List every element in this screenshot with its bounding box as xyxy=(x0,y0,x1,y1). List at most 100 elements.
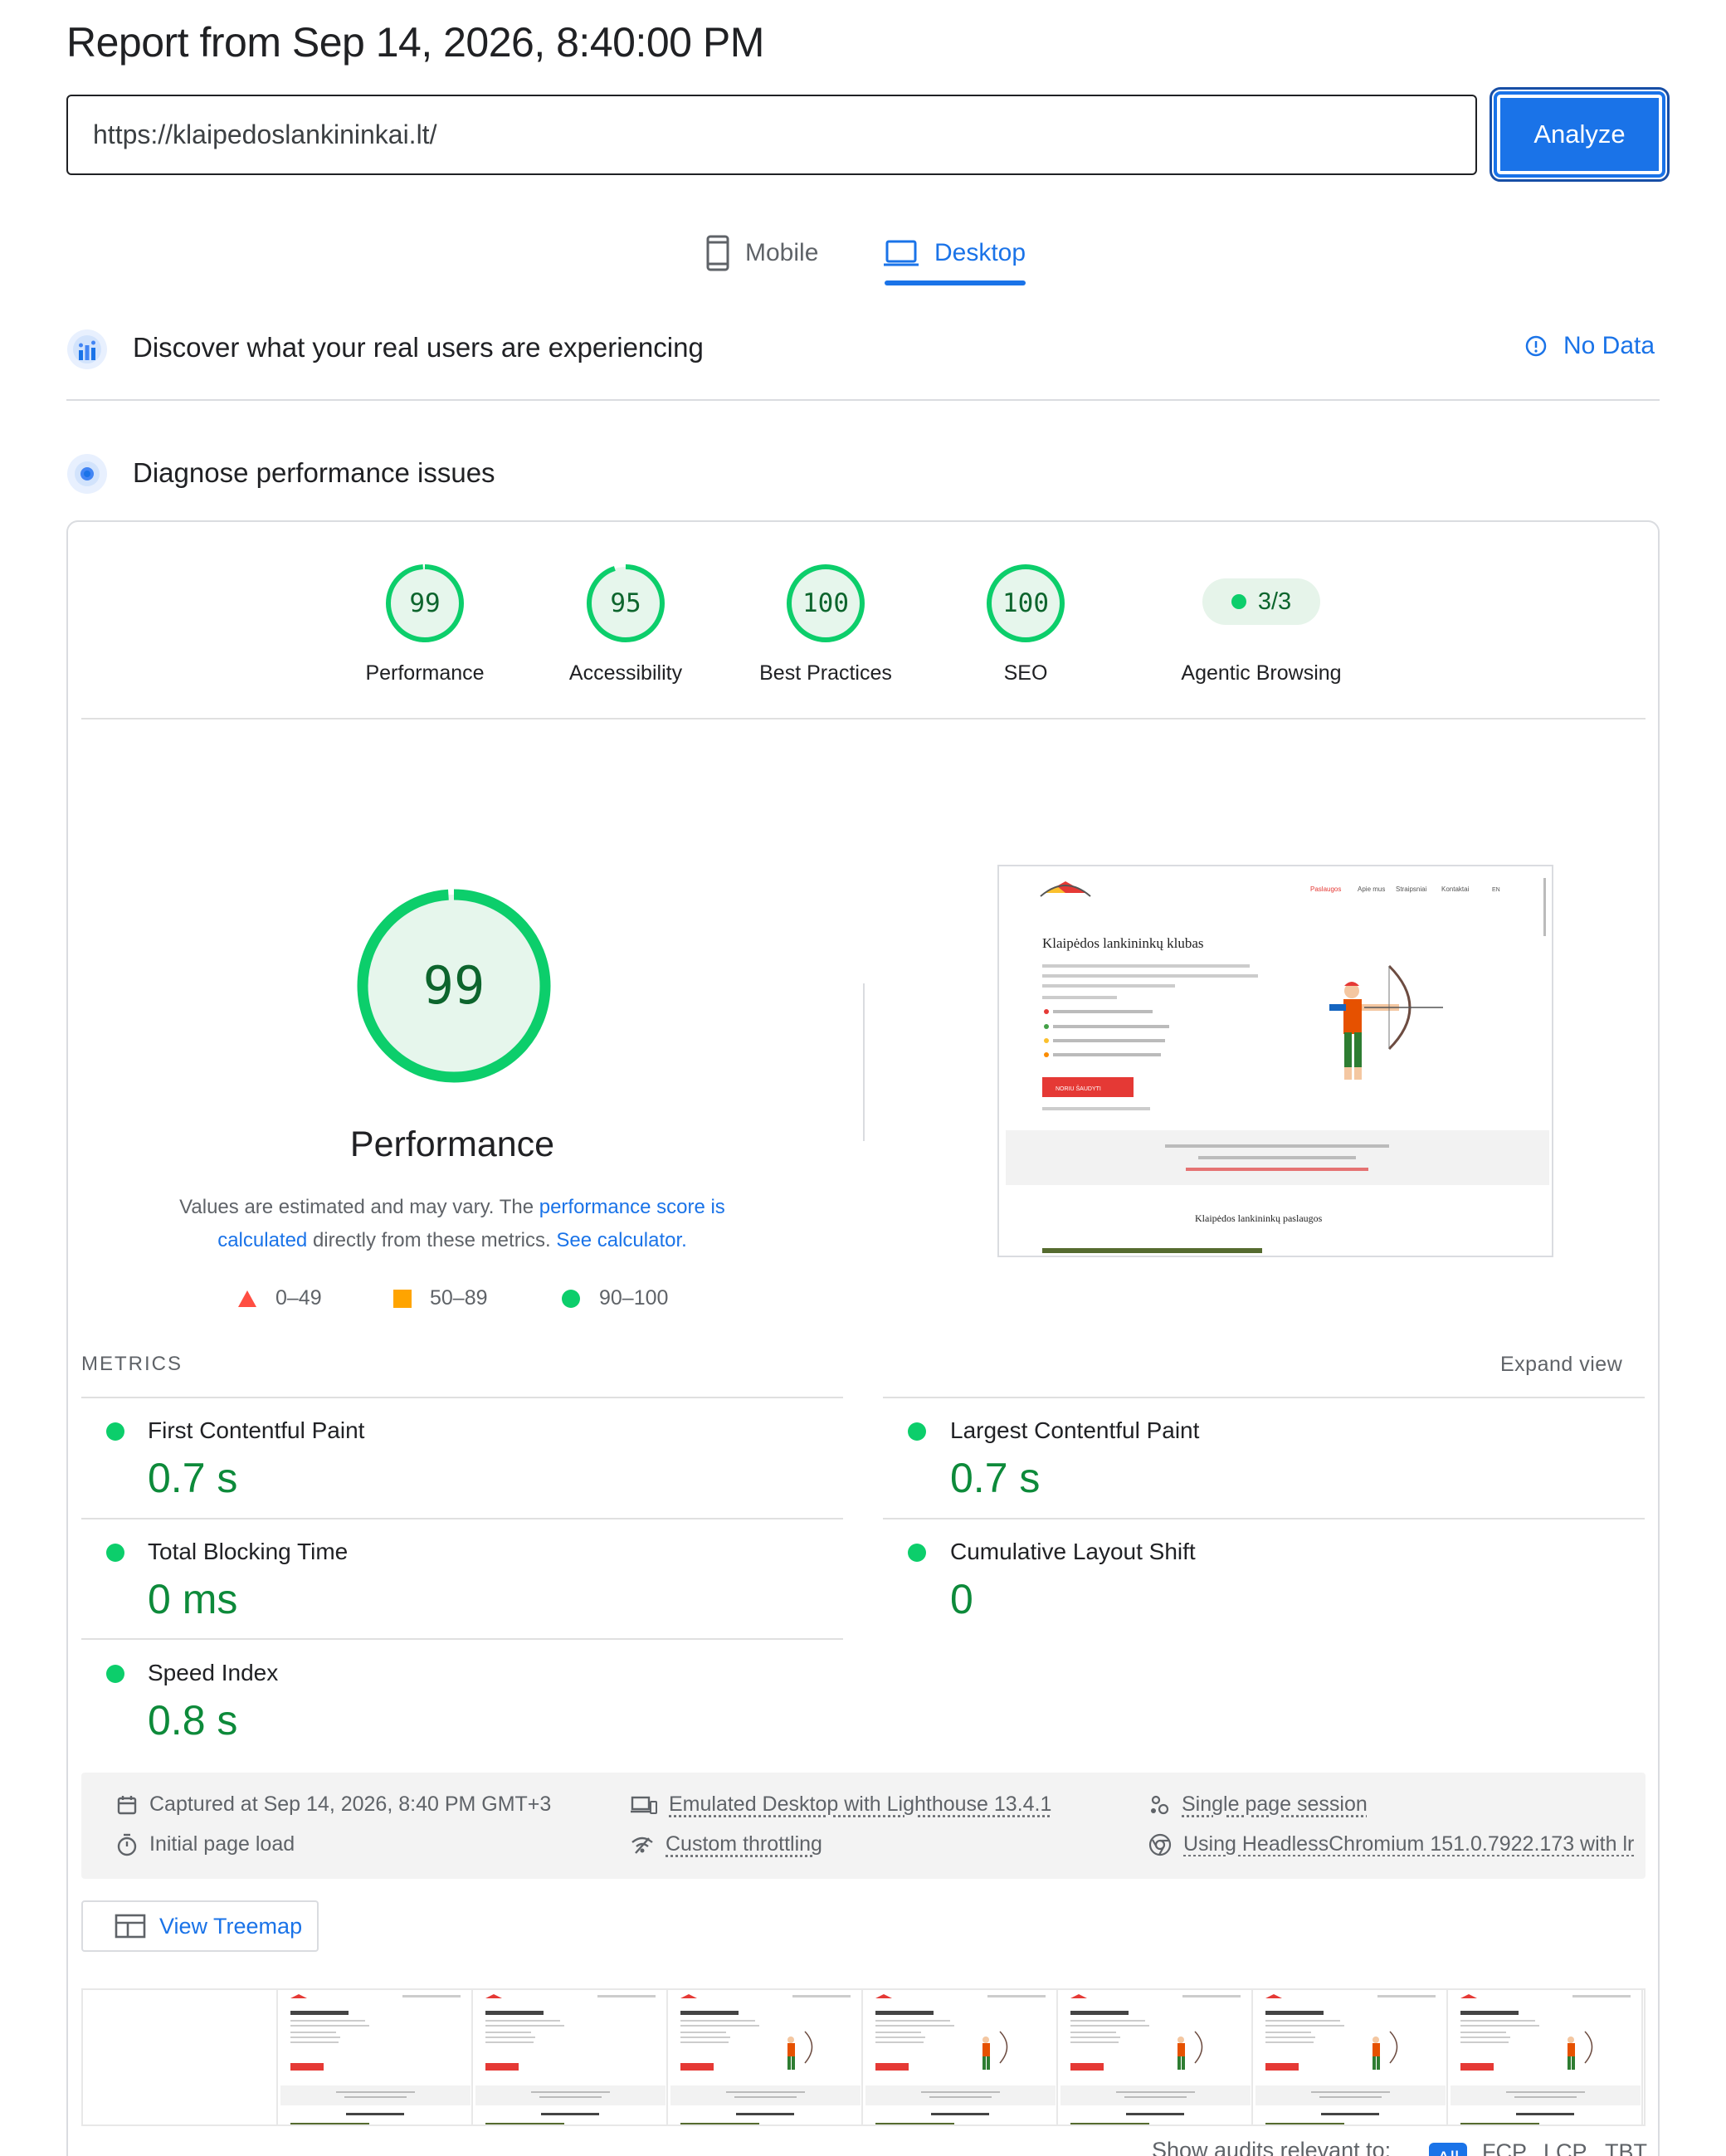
laptop-icon xyxy=(884,240,919,266)
chrome-icon xyxy=(1148,1833,1172,1856)
throttling-info[interactable]: Custom throttling xyxy=(631,1832,822,1856)
no-data-link[interactable]: No Data xyxy=(1525,332,1655,360)
legend-fail-label: 0–49 xyxy=(275,1286,322,1310)
metric-lcp-name: Largest Contentful Paint xyxy=(950,1417,1200,1443)
score-label-seo: SEO xyxy=(1003,661,1048,685)
score-label-performance: Performance xyxy=(365,661,485,685)
initial-load-info: Initial page load xyxy=(116,1832,295,1856)
session-text: Single page session xyxy=(1182,1793,1368,1816)
preview-nav-5: EN xyxy=(1492,887,1500,893)
see-calculator-link[interactable]: See calculator. xyxy=(556,1229,686,1251)
metric-fcp-name: First Contentful Paint xyxy=(148,1417,365,1443)
view-treemap-button[interactable]: View Treemap xyxy=(81,1900,319,1952)
fail-triangle-icon xyxy=(238,1290,256,1307)
metric-pass-dot-icon xyxy=(908,1544,926,1562)
metric-si-name: Speed Index xyxy=(148,1660,279,1685)
filmstrip-frame xyxy=(473,1990,668,2124)
captured-info: Captured at Sep 14, 2026, 8:40 PM GMT+3 xyxy=(116,1793,551,1817)
filmstrip-frame-blank xyxy=(83,1990,278,2124)
field-data-title: Discover what your real users are experi… xyxy=(133,332,704,363)
score-value-seo: 100 xyxy=(1002,588,1049,618)
metric-line xyxy=(883,1397,1645,1398)
info-icon xyxy=(1525,335,1547,357)
metric-cls-value: 0 xyxy=(950,1576,973,1622)
performance-title: Performance xyxy=(349,1124,555,1164)
emulated-info[interactable]: Emulated Desktop with Lighthouse 13.4.1 xyxy=(631,1793,1051,1817)
view-treemap-label: View Treemap xyxy=(159,1913,303,1939)
agentic-score-pill[interactable]: 3/3 xyxy=(1202,578,1320,625)
desc-text-1: Values are estimated and may vary. The xyxy=(179,1196,539,1218)
metric-pass-dot-icon xyxy=(106,1422,124,1441)
legend-average-label: 50–89 xyxy=(430,1286,488,1310)
metric-line xyxy=(81,1638,843,1640)
score-value-performance: 99 xyxy=(409,588,441,618)
browser-info[interactable]: Using HeadlessChromium 151.0.7922.173 wi… xyxy=(1148,1832,1638,1856)
preview-nav-3: Straipsniai xyxy=(1396,885,1427,893)
metrics-header: METRICS xyxy=(81,1353,183,1375)
desc-text-2: directly from these metrics. xyxy=(307,1229,557,1251)
agentic-score-value: 3/3 xyxy=(1257,588,1292,615)
filmstrip-frames xyxy=(278,1990,1643,2124)
diagnose-icon xyxy=(66,453,108,499)
preview-cta: NORIU ŠAUDYTI xyxy=(1056,1085,1101,1092)
metric-cls-name: Cumulative Layout Shift xyxy=(950,1539,1196,1564)
metric-lcp-value: 0.7 s xyxy=(950,1455,1041,1501)
signal-icon xyxy=(631,1837,653,1854)
session-icon xyxy=(1151,1795,1169,1814)
metric-pass-dot-icon xyxy=(106,1544,124,1562)
no-data-label: No Data xyxy=(1563,332,1655,359)
tab-desktop[interactable]: Desktop xyxy=(883,224,1026,282)
filmstrip-frame xyxy=(863,1990,1058,2124)
filmstrip-frame xyxy=(1448,1990,1643,2124)
page-screenshot: Paslaugos Apie mus Straipsniai Kontaktai… xyxy=(997,865,1553,1257)
metric-pass-dot-icon xyxy=(908,1422,926,1441)
metric-fcp-value: 0.7 s xyxy=(148,1455,238,1501)
metric-line xyxy=(81,1518,843,1519)
calendar-icon xyxy=(117,1795,137,1814)
emulated-text: Emulated Desktop with Lighthouse 13.4.1 xyxy=(669,1793,1052,1816)
preview-site-title: Klaipėdos lankininkų klubas xyxy=(1042,935,1204,951)
url-field-container[interactable] xyxy=(66,95,1477,175)
filmstrip-frame xyxy=(1253,1990,1448,2124)
tab-desktop-label: Desktop xyxy=(934,239,1026,266)
analyze-button[interactable]: Analyze xyxy=(1490,87,1670,182)
metric-si-value: 0.8 s xyxy=(148,1697,238,1744)
performance-score: 99 xyxy=(422,955,485,1016)
tab-mobile[interactable]: Mobile xyxy=(705,224,818,282)
metric-tbt-value: 0 ms xyxy=(148,1576,238,1622)
agentic-label: Agentic Browsing xyxy=(1181,661,1342,685)
treemap-icon xyxy=(115,1914,146,1939)
filmstrip-frame xyxy=(278,1990,473,2124)
expand-view-toggle[interactable]: Expand view xyxy=(1500,1353,1622,1377)
diagnose-title: Diagnose performance issues xyxy=(133,457,495,488)
session-info[interactable]: Single page session xyxy=(1148,1793,1368,1817)
filmstrip xyxy=(81,1988,1646,2126)
average-square-icon xyxy=(393,1289,412,1308)
filter-chip-tbt[interactable]: TBT xyxy=(1605,2139,1647,2156)
preview-nav-2: Apie mus xyxy=(1358,885,1385,893)
phone-icon xyxy=(706,235,729,271)
pass-circle-icon xyxy=(562,1289,580,1308)
show-audits-label: Show audits relevant to: xyxy=(1152,2138,1392,2156)
runtime-info xyxy=(81,1773,1646,1879)
legend-pass-label: 90–100 xyxy=(599,1286,669,1310)
performance-description: Values are estimated and may vary. The p… xyxy=(141,1191,763,1257)
card-divider xyxy=(81,718,1646,719)
report-title: Report from Sep 14, 2026, 8:40:00 PM xyxy=(66,19,764,66)
score-label-accessibility: Accessibility xyxy=(568,661,683,685)
preview-nav-1: Paslaugos xyxy=(1310,885,1341,893)
metric-line xyxy=(883,1518,1645,1519)
legend-fail: 0–49 xyxy=(237,1286,322,1310)
vertical-separator xyxy=(863,983,865,1141)
preview-nav-4: Kontaktai xyxy=(1441,885,1470,893)
filter-chip-lcp[interactable]: LCP xyxy=(1543,2139,1587,2156)
metric-line xyxy=(81,1397,843,1398)
throttling-text: Custom throttling xyxy=(666,1832,822,1856)
preview-section-title: Klaipėdos lankininkų paslaugos xyxy=(1195,1212,1323,1224)
url-input[interactable] xyxy=(93,120,1475,150)
filter-chip-fcp[interactable]: FCP xyxy=(1482,2139,1527,2156)
filter-chip-all[interactable]: All xyxy=(1429,2143,1467,2156)
section-divider xyxy=(66,399,1660,401)
pass-dot-icon xyxy=(1231,594,1246,609)
tab-active-indicator xyxy=(885,280,1026,285)
